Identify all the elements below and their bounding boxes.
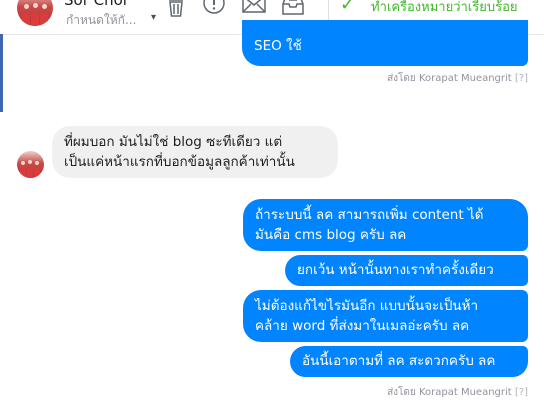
help-link[interactable]: [?] — [515, 387, 528, 398]
help-link[interactable]: [?] — [515, 73, 528, 84]
message-bubble-outgoing: ถ้าระบบนี้ ลค สามารถเพิ่ม content ได้ มั… — [243, 199, 528, 251]
sent-by-label: ส่งโดย Korapat Mueangrit [?] — [387, 73, 528, 84]
assign-label[interactable]: กำหนดให้กั... — [66, 11, 144, 30]
message-text: คล้าย word ที่ส่งมาในเมลอ่ะครับ ลค — [255, 318, 470, 334]
unread-indicator — [0, 34, 3, 112]
message-text: ถ้าระบบนี้ ลค สามารถเพิ่ม content ได้ — [255, 207, 484, 223]
message-text: ที่ผมบอก มันไม่ใช่ blog ซะทีเดียว แต่ — [64, 134, 283, 150]
message-text: มันคือ cms blog ครับ ลค — [255, 227, 407, 243]
message-bubble-outgoing: ยกเว้น หน้านั้นทางเราทำครั้งเดียว — [285, 255, 528, 286]
message-text: เป็นแค่หน้าแรกที่บอกข้อมูลลูกค้าเท่านั้น — [64, 154, 295, 170]
trash-icon[interactable] — [162, 0, 190, 20]
contact-avatar[interactable] — [17, 0, 53, 26]
mail-icon[interactable] — [240, 0, 268, 20]
message-bubble-incoming: ที่ผมบอก มันไม่ใช่ blog ซะทีเดียว แต่ เป… — [52, 126, 338, 178]
message-bubble-outgoing: ไม่ต้องแก้ไขไรมันอีก แบบนั้นจะเป็นห้า คล… — [243, 290, 528, 342]
assign-dropdown-icon[interactable]: ▾ — [151, 12, 156, 23]
sender-avatar[interactable] — [17, 151, 44, 178]
inbox-icon[interactable] — [279, 0, 307, 20]
sent-by-label: ส่งโดย Korapat Mueangrit [?] — [387, 387, 528, 398]
message-bubble-outgoing: SEO ใช้ — [242, 20, 528, 66]
mark-as-done-button[interactable]: ทำเครื่องหมายว่าเรียบร้อย — [371, 0, 518, 17]
check-icon[interactable]: ✓ — [340, 0, 355, 15]
message-bubble-outgoing: อันนี้เอาตามที่ ลค สะดวกครับ ลค — [290, 346, 528, 377]
alert-icon[interactable] — [200, 0, 228, 20]
contact-name[interactable]: Sor Chor — [64, 0, 129, 9]
message-text: ยกเว้น หน้านั้นทางเราทำครั้งเดียว — [297, 262, 494, 278]
message-text: ไม่ต้องแก้ไขไรมันอีก แบบนั้นจะเป็นห้า — [255, 298, 479, 314]
message-text: อันนี้เอาตามที่ ลค สะดวกครับ ลค — [302, 353, 496, 369]
message-text: SEO ใช้ — [254, 38, 302, 54]
